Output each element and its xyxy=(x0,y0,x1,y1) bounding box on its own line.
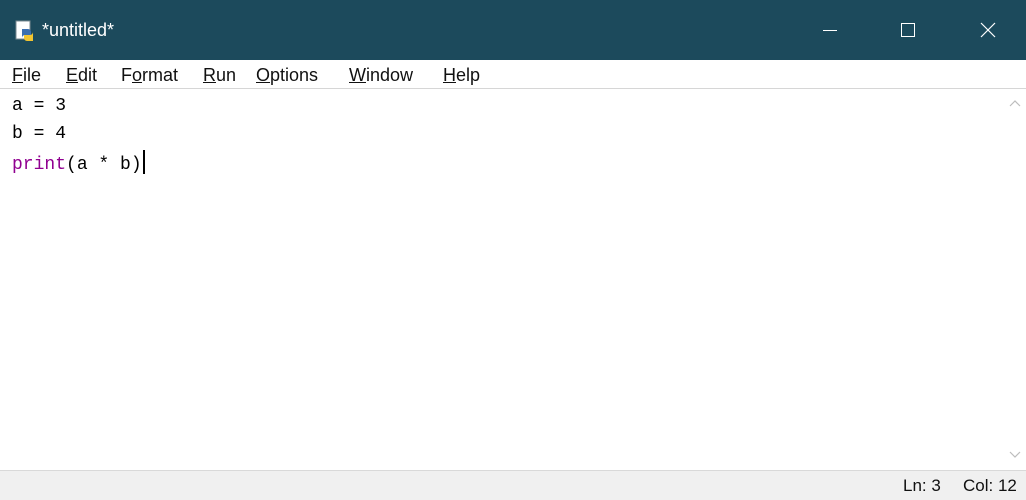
menu-options[interactable]: Options xyxy=(256,63,318,87)
menu-window[interactable]: Window xyxy=(349,63,413,87)
window-title: *untitled* xyxy=(42,20,115,40)
menu-format-label: rmat xyxy=(142,65,179,85)
menu-options-mnemonic: O xyxy=(256,65,271,85)
menu-edit-mnemonic: E xyxy=(66,65,79,85)
vertical-scrollbar[interactable] xyxy=(1003,89,1026,470)
menu-file-label: ile xyxy=(23,65,42,85)
menu-window-mnemonic: W xyxy=(349,65,366,85)
menu-help-mnemonic: H xyxy=(443,65,456,85)
code-line-3-args: (a * b) xyxy=(66,155,142,175)
menu-edit[interactable]: Edit xyxy=(66,63,97,87)
code-line-3[interactable]: print(a * b) xyxy=(12,150,145,177)
column-number-status: Col: 12 xyxy=(963,476,1017,495)
menu-format-prefix: F xyxy=(121,65,132,85)
line-number-status: Ln: 3 xyxy=(903,476,941,495)
menu-format[interactable]: Format xyxy=(121,63,178,87)
scroll-up-icon[interactable] xyxy=(1007,97,1023,109)
menu-window-label: indow xyxy=(366,65,414,85)
code-line-1[interactable]: a = 3 xyxy=(12,94,66,118)
minimize-button[interactable] xyxy=(802,0,858,60)
idle-app-icon xyxy=(15,20,33,41)
close-button[interactable] xyxy=(960,0,1016,60)
close-icon xyxy=(980,22,996,38)
text-cursor xyxy=(142,150,145,174)
maximize-icon xyxy=(901,23,915,37)
menu-options-label: ptions xyxy=(270,65,319,85)
builtin-keyword: print xyxy=(12,155,67,175)
code-editor[interactable]: a = 3 b = 4 print(a * b) xyxy=(0,89,1003,470)
menu-file-mnemonic: F xyxy=(12,65,23,85)
menu-run-mnemonic: R xyxy=(203,65,216,85)
title-bar[interactable]: *untitled* xyxy=(0,0,1026,60)
status-bar: Ln: 3 Col: 12 xyxy=(0,470,1026,500)
maximize-button[interactable] xyxy=(880,0,936,60)
menu-file[interactable]: File xyxy=(12,63,41,87)
scroll-down-icon[interactable] xyxy=(1007,449,1023,461)
menu-help-label: elp xyxy=(456,65,481,85)
code-line-2[interactable]: b = 4 xyxy=(12,122,66,146)
menu-run-label: un xyxy=(216,65,237,85)
menu-run[interactable]: Run xyxy=(203,63,236,87)
menu-edit-label: dit xyxy=(78,65,98,85)
menu-help[interactable]: Help xyxy=(443,63,480,87)
menu-bar: File Edit Format Run Options Window Help xyxy=(0,60,1026,89)
menu-format-mnemonic: o xyxy=(132,65,143,85)
minimize-icon xyxy=(823,30,837,31)
